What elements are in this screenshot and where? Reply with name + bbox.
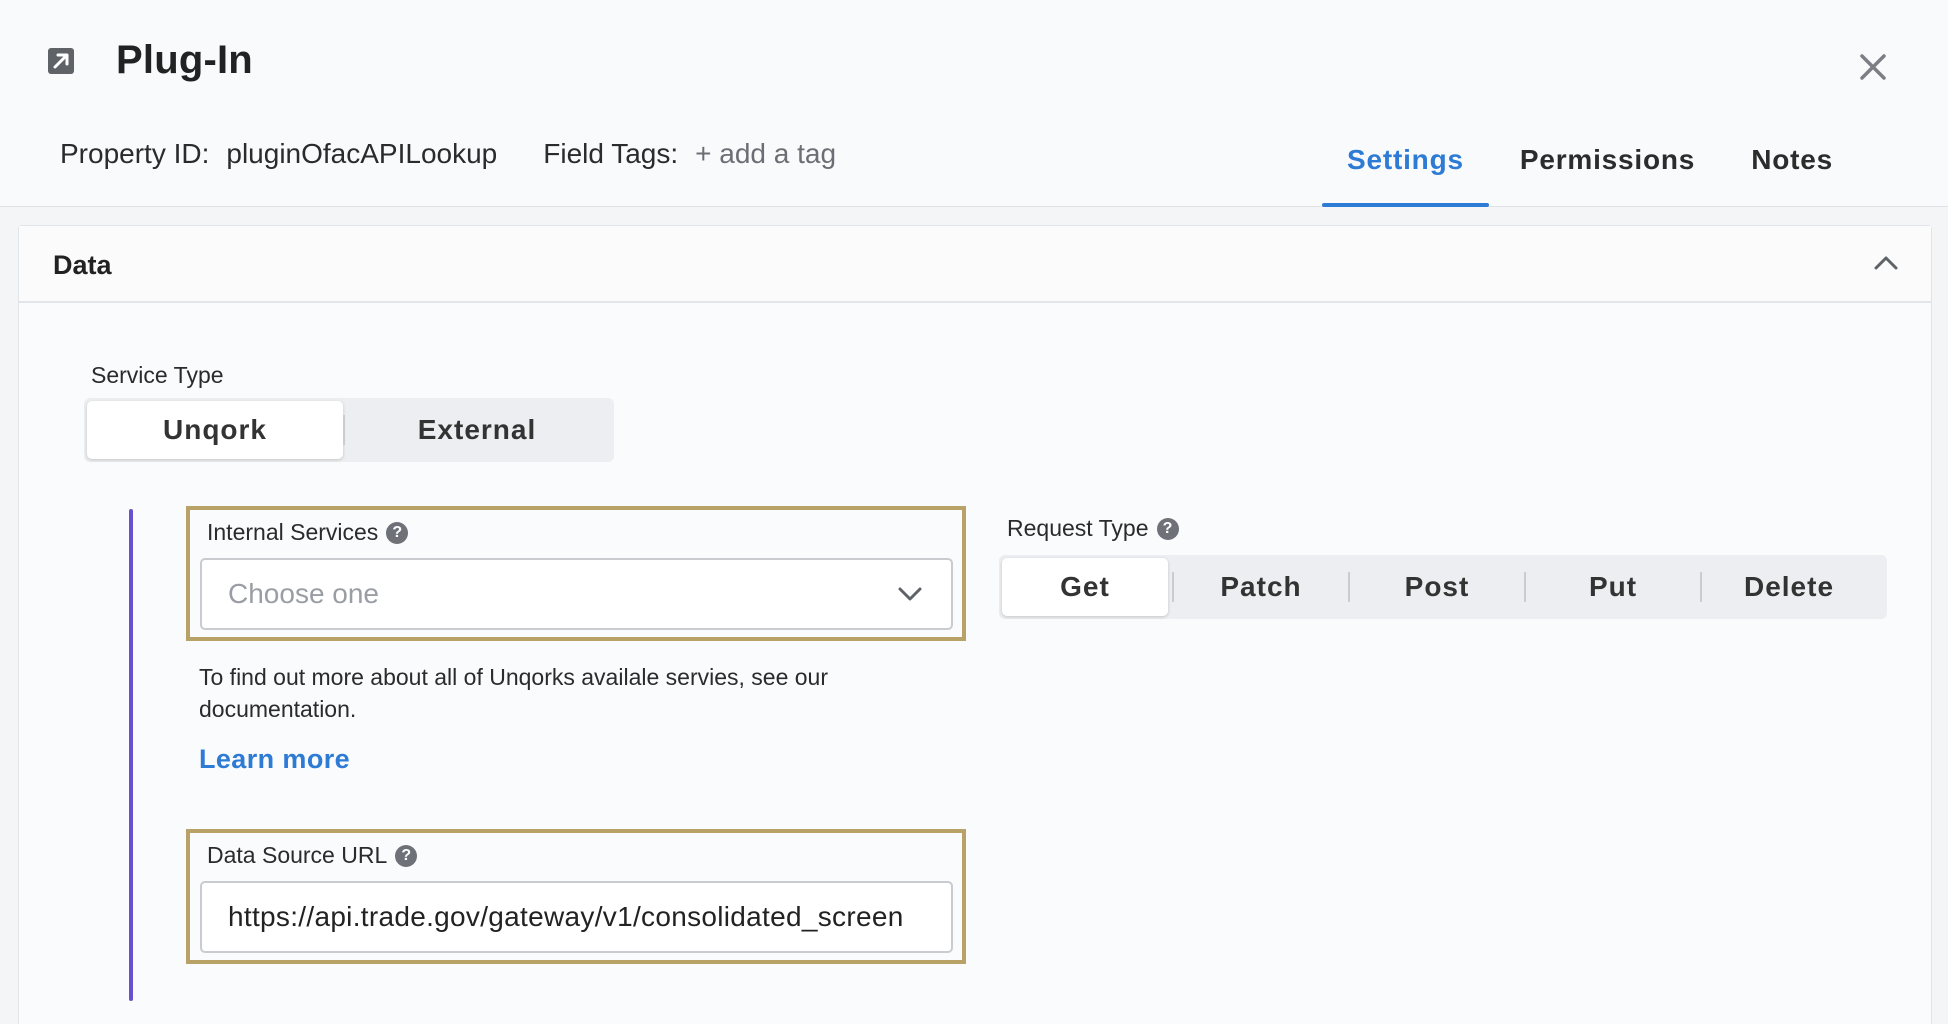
segment-divider	[1524, 572, 1526, 602]
property-id-value: pluginOfacAPILookup	[226, 138, 498, 169]
chevron-down-icon	[898, 587, 922, 601]
help-icon[interactable]: ?	[1156, 517, 1179, 540]
add-tag-button[interactable]: + add a tag	[695, 138, 836, 170]
help-text: To find out more about all of Unqorks av…	[199, 664, 828, 722]
request-type-get-button[interactable]: Get	[1002, 558, 1168, 616]
property-id-label: Property ID:	[60, 138, 210, 169]
internal-services-select[interactable]: Choose one	[200, 558, 953, 630]
help-icon[interactable]: ?	[386, 521, 409, 544]
service-type-label: Service Type	[91, 362, 224, 388]
panel-title: Data	[53, 250, 112, 280]
segment-divider	[1700, 572, 1702, 602]
tab-notes[interactable]: Notes	[1726, 140, 1858, 207]
segment-divider	[1348, 572, 1350, 602]
data-source-url-label-row: Data Source URL ?	[207, 842, 418, 869]
tab-settings[interactable]: Settings	[1322, 140, 1489, 207]
data-source-url-input[interactable]: https://api.trade.gov/gateway/v1/consoli…	[200, 881, 953, 953]
request-type-delete-button[interactable]: Delete	[1706, 558, 1872, 616]
select-placeholder: Choose one	[228, 578, 380, 609]
indent-bar	[129, 509, 133, 1001]
data-source-url-value: https://api.trade.gov/gateway/v1/consoli…	[228, 901, 904, 932]
meta-row: Property ID: pluginOfacAPILookup Field T…	[60, 134, 836, 174]
data-source-url-label: Data Source URL	[207, 842, 388, 868]
field-tags-label: Field Tags:	[543, 138, 679, 169]
segment-divider	[1172, 572, 1174, 602]
request-type-toggle: Get Patch Post Put Delete	[999, 555, 1887, 619]
service-type-toggle: Unqork External	[84, 398, 614, 462]
request-type-label-row: Request Type ?	[1007, 515, 1179, 542]
internal-services-label-row: Internal Services ?	[207, 519, 409, 546]
internal-services-label: Internal Services	[207, 519, 379, 545]
modal-header: Plug-In Property ID: pluginOfacAPILookup…	[0, 0, 1948, 207]
chevron-up-icon[interactable]	[1873, 253, 1899, 271]
data-panel: Data Service Type Unqork External Intern…	[18, 225, 1932, 1024]
service-type-unqork-button[interactable]: Unqork	[87, 401, 343, 459]
tab-permissions[interactable]: Permissions	[1495, 140, 1720, 207]
popout-icon	[48, 48, 74, 74]
data-source-url-field: Data Source URL ? https://api.trade.gov/…	[186, 829, 966, 964]
request-type-post-button[interactable]: Post	[1354, 558, 1520, 616]
request-type-put-button[interactable]: Put	[1530, 558, 1696, 616]
close-icon[interactable]	[1856, 50, 1890, 84]
data-panel-header[interactable]: Data	[19, 226, 1931, 303]
request-type-patch-button[interactable]: Patch	[1178, 558, 1344, 616]
learn-more-link[interactable]: Learn more	[199, 744, 350, 775]
request-type-label: Request Type	[1007, 515, 1149, 541]
tab-bar: Settings Permissions Notes	[1322, 140, 1864, 207]
page-title: Plug-In	[116, 38, 253, 82]
help-icon[interactable]: ?	[395, 844, 418, 867]
service-type-external-button[interactable]: External	[345, 401, 609, 459]
internal-services-field: Internal Services ? Choose one	[186, 506, 966, 641]
